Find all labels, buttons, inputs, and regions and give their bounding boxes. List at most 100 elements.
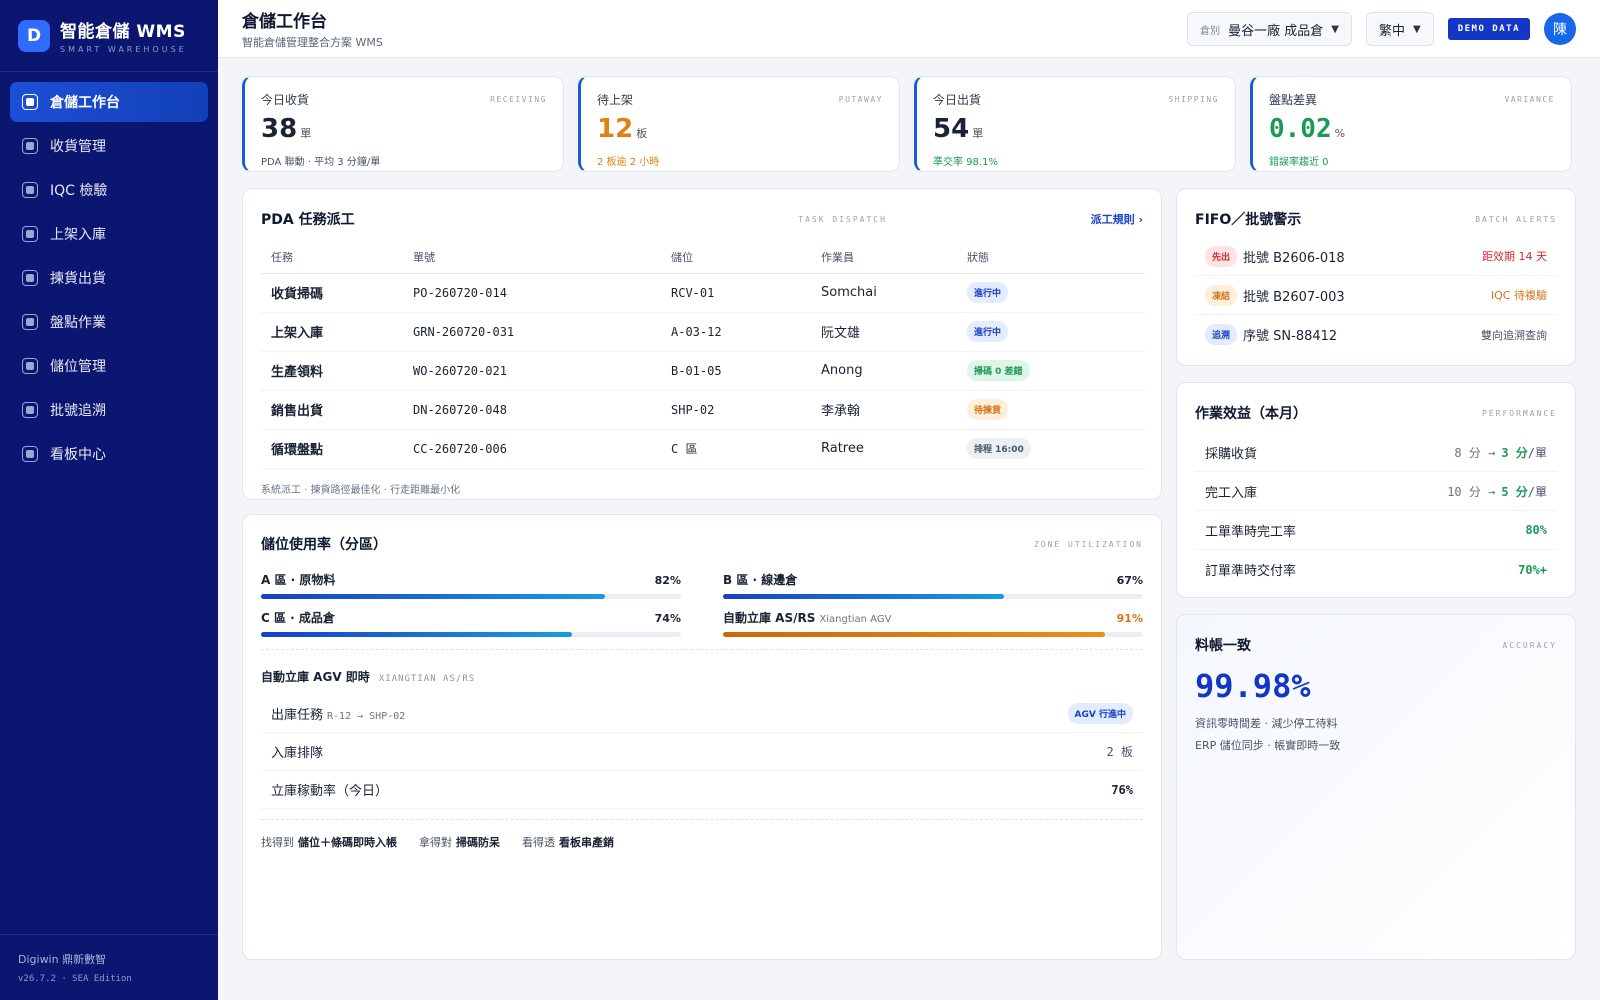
section-title: PDA 任務派工 — [261, 212, 355, 228]
warehouse-select[interactable]: 倉別 曼谷一廠 成品倉 ▼ — [1187, 12, 1352, 46]
zone-label-wrap: C 區 · 成品倉 — [261, 609, 335, 626]
table-row[interactable]: 收貨掃碼 PO-260720-014 RCV-01 Somchai 進行中 — [261, 273, 1145, 312]
performance-from: 8 分 → — [1454, 445, 1496, 460]
section-title: FIFO／批號警示 — [1195, 212, 1302, 228]
zone-bar-track — [261, 594, 681, 599]
task-dispatch-card: PDA 任務派工 TASK DISPATCH 派工規則 › 任務 單號 儲位 作業員 狀… — [242, 188, 1162, 500]
status-badge: 進行中 — [967, 282, 1009, 303]
section-en-label: ACCURACY — [1502, 640, 1557, 650]
status-cell: 進行中 — [957, 273, 1145, 312]
kpi-card: 今日收貨 RECEIVING 38 單 PDA 聯動 · 平均 3 分鐘/單 — [242, 76, 564, 172]
agv-row-label-wrap: 出庫任務 R-12 → SHP-02 — [271, 704, 405, 723]
agv-title: 自動立庫 AGV 即時 — [261, 670, 370, 684]
warehouse-label: 倉別 — [1200, 25, 1221, 37]
performance-row: 完工入庫 10 分 → 5 分/單 — [1195, 472, 1557, 511]
agv-status-badge: AGV 行進中 — [1067, 703, 1133, 724]
table-row[interactable]: 上架入庫 GRN-260720-031 A-03-12 阮文雄 進行中 — [261, 312, 1145, 351]
sidebar-item[interactable]: 揀貨出貨 — [10, 258, 208, 298]
agv-row-value: 76% — [1111, 782, 1133, 797]
sidebar-item-label: 收貨管理 — [50, 139, 106, 155]
operator-cell: 阮文雄 — [821, 326, 861, 341]
performance-to: 5 分 — [1501, 484, 1528, 499]
sidebar-item[interactable]: 批號追溯 — [10, 390, 208, 430]
section-en-label: ZONE UTILIZATION — [1033, 539, 1143, 549]
sidebar-item[interactable]: 上架入庫 — [10, 214, 208, 254]
zone-label-wrap: 自動立庫 AS/RS Xiangtian AGV — [723, 609, 891, 626]
status-badge: 掃碼 0 差錯 — [967, 360, 1030, 381]
slogan-prefix: 看得透 — [522, 836, 555, 849]
zone-label: 自動立庫 AS/RS — [723, 611, 816, 625]
kpi-card: 盤點差異 VARIANCE 0.02% 錯誤率趨近 0 — [1250, 76, 1572, 172]
slogan-bold: 儲位＋條碼即時入帳 — [298, 836, 397, 849]
zone-header: A 區 · 原物料 82% — [261, 571, 681, 588]
chevron-down-icon: ▼ — [1413, 23, 1421, 35]
sidebar-item[interactable]: 看板中心 — [10, 434, 208, 474]
language-select[interactable]: 繁中 ▼ — [1366, 12, 1434, 46]
kpi-value: 54 — [933, 114, 970, 144]
nav-item-icon — [22, 314, 38, 330]
nav-item-icon — [22, 358, 38, 374]
status-cell: 掃碼 0 差錯 — [957, 351, 1145, 390]
zone-label: B 區 · 線邊倉 — [723, 573, 798, 587]
agv-row-label: 立庫稼動率（今日） — [271, 784, 389, 799]
batch-alert-item[interactable]: 凍結 批號 B2607-003 IQC 待複驗 — [1195, 276, 1557, 315]
performance-label: 工單準時完工率 — [1205, 524, 1297, 540]
status-cell: 排程 16:00 — [957, 429, 1145, 468]
accuracy-line-1: 資訊零時間差 · 減少停工待料 — [1195, 717, 1338, 730]
slogan: 看得透 看板串產銷 — [522, 836, 614, 849]
company-name: Digiwin 鼎新數智 — [18, 953, 107, 966]
agv-row-label-wrap: 入庫排隊 — [271, 742, 323, 761]
performance-row: 採購收貨 8 分 → 3 分/單 — [1195, 433, 1557, 472]
dashboard-content: 今日收貨 RECEIVING 38 單 PDA 聯動 · 平均 3 分鐘/單 待上架 PUT… — [218, 58, 1600, 1000]
location-cell: C 區 — [671, 442, 698, 456]
batch-alerts-card: FIFO／批號警示 BATCH ALERTS 先出 批號 B2606-018 距效期… — [1176, 188, 1576, 366]
kpi-value: 0.02 — [1269, 114, 1332, 144]
zone-bar-track — [723, 632, 1143, 637]
table-row[interactable]: 銷售出貨 DN-260720-048 SHP-02 李承翰 待揀貨 — [261, 390, 1145, 429]
zone-utilization-card: 儲位使用率（分區） ZONE UTILIZATION A 區 · 原物料 82% B… — [242, 514, 1162, 960]
batch-alert-item[interactable]: 追溯 序號 SN-88412 雙向追溯查詢 — [1195, 315, 1557, 354]
sidebar-item[interactable]: 收貨管理 — [10, 126, 208, 166]
table-row[interactable]: 循環盤點 CC-260720-006 C 區 Ratree 排程 16:00 — [261, 429, 1145, 468]
status-badge: 待揀貨 — [967, 399, 1009, 420]
zone-header: C 區 · 成品倉 74% — [261, 609, 681, 626]
agv-en-label: XIANGTIAN AS/RS — [378, 674, 476, 684]
sidebar: D 智能倉儲 WMS SMART WAREHOUSE 倉儲工作台 收貨管理 IQC … — [0, 0, 218, 1000]
batch-alert-status: IQC 待複驗 — [1490, 289, 1547, 302]
zone-sublabel: Xiangtian AGV — [819, 614, 892, 625]
brand-logo: D — [18, 19, 50, 52]
kpi-en-label: SHIPPING — [1168, 95, 1219, 104]
sidebar-item[interactable]: IQC 檢驗 — [10, 170, 208, 210]
sidebar-item-label: 上架入庫 — [50, 227, 106, 243]
warehouse-value: 曼谷一廠 成品倉 — [1228, 23, 1324, 39]
zone-bar-fill — [261, 632, 572, 637]
accuracy-card: 料帳一致 ACCURACY 99.98% 資訊零時間差 · 減少停工待料 ERP… — [1176, 614, 1576, 960]
task-cell: 生產領料 — [271, 365, 324, 380]
dispatch-rules-link[interactable]: 派工規則 › — [1091, 211, 1143, 227]
performance-unit: /單 — [1527, 445, 1547, 460]
order-no-cell: PO-260720-014 — [413, 285, 507, 300]
table-row[interactable]: 生產領料 WO-260720-021 B-01-05 Anong 掃碼 0 差錯 — [261, 351, 1145, 390]
performance-to: 80% — [1525, 523, 1547, 537]
batch-alert-text: 批號 B2607-003 — [1243, 289, 1345, 305]
kpi-unit: 單 — [972, 127, 984, 140]
zone-percent: 91% — [1116, 612, 1143, 625]
kpi-note: 2 板逾 2 小時 — [597, 157, 660, 168]
sidebar-item[interactable]: 儲位管理 — [10, 346, 208, 386]
column-header: 狀態 — [967, 250, 989, 264]
batch-alert-status: 雙向追溯查詢 — [1481, 328, 1547, 342]
sidebar-item[interactable]: 盤點作業 — [10, 302, 208, 342]
location-cell: RCV-01 — [671, 285, 715, 300]
nav-item-icon — [22, 270, 38, 286]
sidebar-item[interactable]: 倉儲工作台 — [10, 82, 208, 122]
nav-item-icon — [22, 402, 38, 418]
batch-alert-item[interactable]: 先出 批號 B2606-018 距效期 14 天 — [1195, 237, 1557, 276]
sidebar-item-label: 儲位管理 — [50, 359, 106, 375]
zone-label: A 區 · 原物料 — [261, 573, 336, 587]
kpi-note: 錯誤率趨近 0 — [1269, 157, 1329, 168]
batch-alert-text: 批號 B2606-018 — [1243, 250, 1345, 266]
avatar[interactable]: 陳 — [1544, 13, 1576, 45]
slogan: 找得到 儲位＋條碼即時入帳 — [261, 836, 397, 849]
performance-unit: /單 — [1527, 484, 1547, 499]
zone-label-wrap: A 區 · 原物料 — [261, 571, 335, 588]
